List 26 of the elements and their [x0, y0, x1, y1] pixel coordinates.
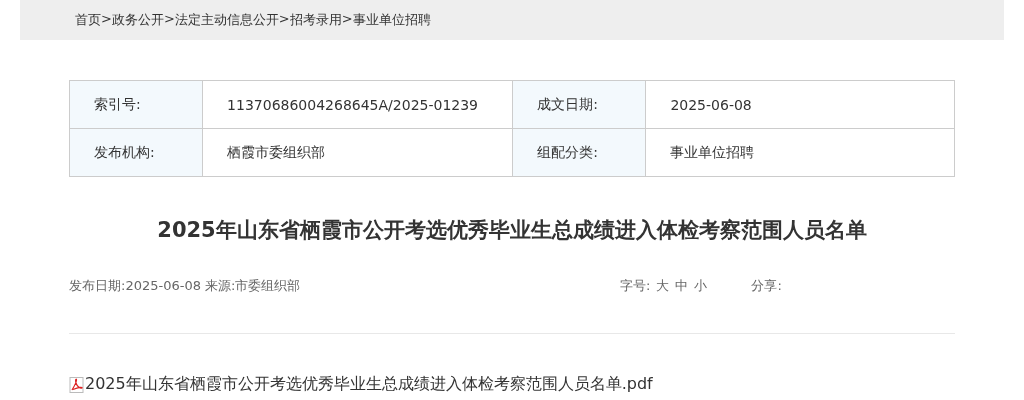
publish-info: 发布日期:2025-06-08 来源:市委组织部	[69, 277, 301, 295]
breadcrumb-link[interactable]: 招考录用	[289, 11, 342, 29]
font-size-link[interactable]: 中	[675, 277, 689, 295]
font-size-label: 字号:	[620, 277, 651, 295]
table-label-cell: 发布机构:	[69, 128, 203, 177]
article-title: 2025年山东省栖霞市公开考选优秀毕业生总成绩进入体检考察范围人员名单	[156, 217, 868, 244]
breadcrumb-link[interactable]: 首页	[75, 11, 101, 29]
breadcrumb-link[interactable]: 事业单位招聘	[352, 11, 431, 29]
pdf-file-icon	[69, 376, 85, 393]
table-value-cell: 事业单位招聘	[645, 128, 955, 177]
attachment-link[interactable]: 2025年山东省栖霞市公开考选优秀毕业生总成绩进入体检考察范围人员名单.pdf	[85, 374, 653, 395]
breadcrumb-link[interactable]: 法定主动信息公开	[174, 11, 279, 29]
table-value-cell: 2025-06-08	[645, 80, 955, 129]
share-label: 分享:	[751, 277, 782, 295]
table-label-cell: 成文日期:	[512, 80, 646, 129]
table-value-cell: 11370686004268645A/2025-01239	[202, 80, 513, 129]
breadcrumb-separator: >	[101, 11, 112, 28]
font-size-link[interactable]: 小	[694, 277, 708, 295]
table-label-cell: 索引号:	[69, 80, 203, 129]
breadcrumb-separator: >	[278, 11, 290, 28]
breadcrumb-link[interactable]: 政务公开	[111, 11, 164, 29]
font-size-link[interactable]: 大	[656, 277, 670, 295]
breadcrumb-separator: >	[341, 11, 353, 28]
table-value-cell: 栖霞市委组织部	[202, 128, 513, 177]
breadcrumb-separator: >	[163, 11, 175, 28]
table-label-cell: 组配分类:	[512, 128, 646, 177]
